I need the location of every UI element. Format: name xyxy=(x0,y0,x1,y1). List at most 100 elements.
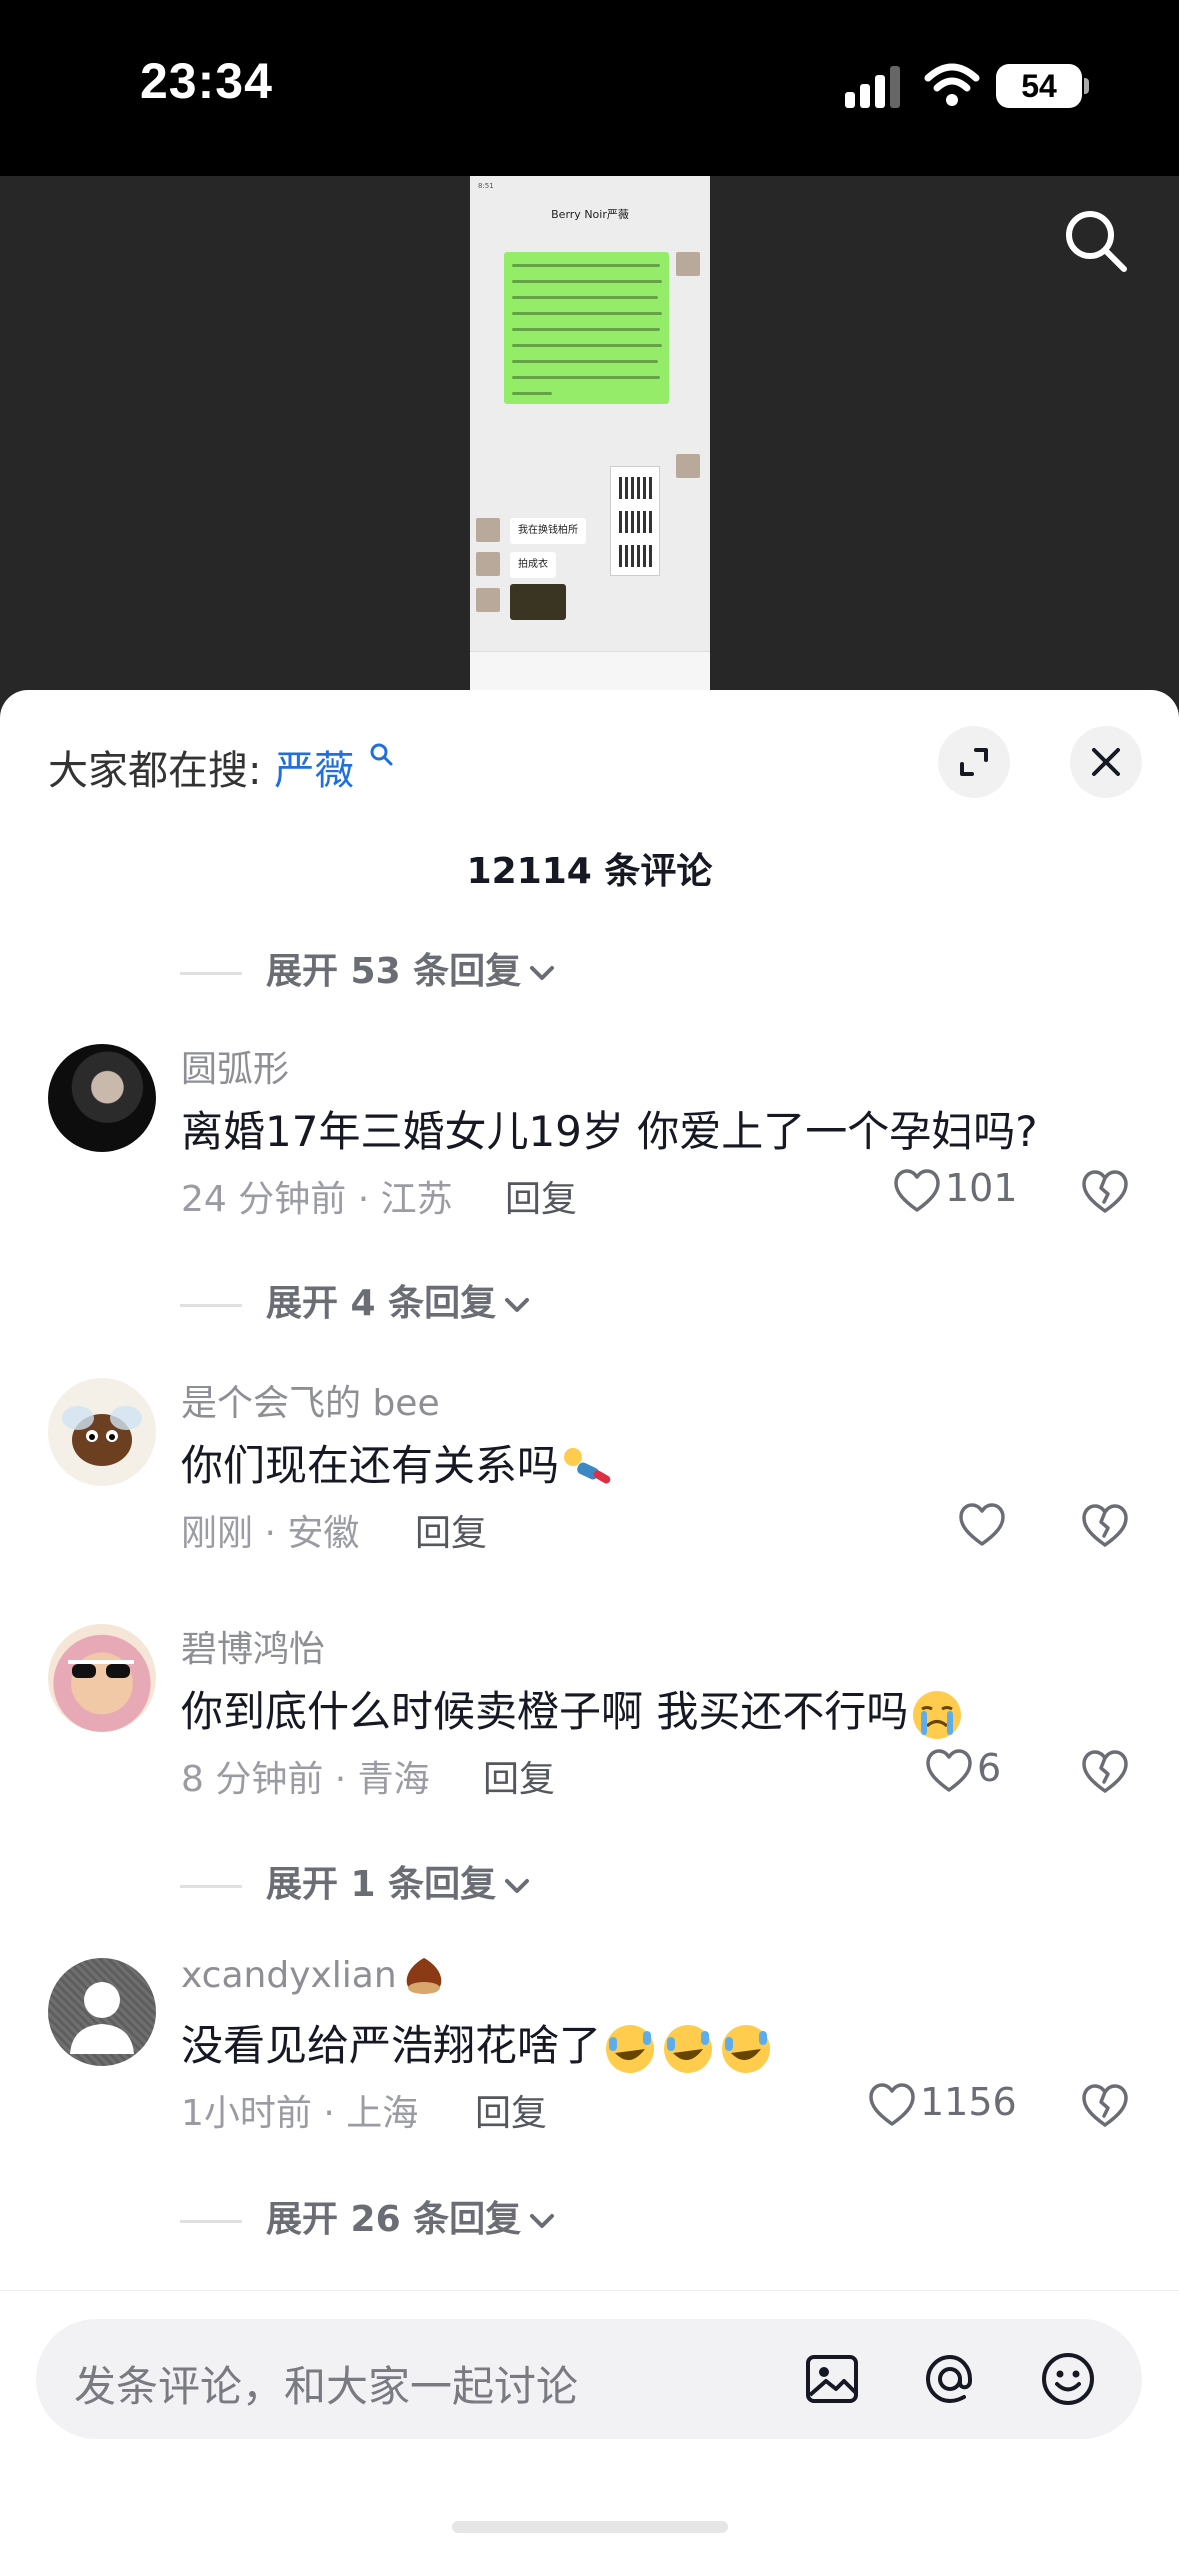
reply-button[interactable]: 回复 xyxy=(415,1504,487,1556)
heart-icon xyxy=(926,1748,972,1792)
reply-button[interactable]: 回复 xyxy=(475,2084,547,2136)
reply-button[interactable]: 回复 xyxy=(483,1750,555,1802)
like-button[interactable]: 6 xyxy=(925,1746,1001,1800)
comment-text-body: 没看见给严浩翔花啥了 xyxy=(181,2021,602,2070)
chat-green-bubble xyxy=(504,252,669,404)
image-icon[interactable] xyxy=(802,2349,862,2409)
chevron-down-icon xyxy=(505,1298,530,1312)
comment-meta: 8 分钟前 · 青海 xyxy=(181,1759,430,1800)
expand-replies-label: 展开 53 条回复 xyxy=(266,951,522,992)
comment-input[interactable]: 发条评论，和大家一起讨论 xyxy=(36,2319,1142,2439)
chevron-down-icon xyxy=(505,1879,530,1893)
comment-text-body: 你到底什么时候卖橙子啊 我买还不行吗 xyxy=(181,1687,909,1736)
comment-meta: 刚刚 · 安徽 xyxy=(181,1513,360,1554)
cellular-signal-icon xyxy=(845,66,900,108)
sunglasses-avatar-icon xyxy=(68,1660,134,1678)
comment-text: 你们现在还有关系吗 xyxy=(181,1432,617,1495)
comment-text-body: 你们现在还有关系吗 xyxy=(181,1441,560,1490)
close-button[interactable] xyxy=(1070,726,1142,798)
comment-text: 没看见给严浩翔花啥了 xyxy=(181,2012,775,2075)
chat-input-bar xyxy=(470,651,710,691)
wifi-icon xyxy=(924,63,980,106)
chat-avatar xyxy=(476,552,500,576)
battery-tip xyxy=(1084,78,1089,94)
chat-title: Berry Noir严薇 xyxy=(551,208,629,221)
avatar[interactable] xyxy=(48,1378,156,1486)
comment-username[interactable]: 是个会飞的 bee xyxy=(181,1374,440,1426)
status-bar: 23:34 54 xyxy=(0,0,1179,176)
default-avatar-icon xyxy=(70,1982,134,2054)
heart-icon xyxy=(894,1168,940,1212)
like-count: 101 xyxy=(945,1166,1018,1210)
divider xyxy=(180,1884,242,1888)
comment-sheet: 大家都在搜: 严薇 12114 条评论 展开 53 条回复 圆弧形 离婚17年三… xyxy=(0,690,1179,2556)
trending-search[interactable]: 大家都在搜: 严薇 xyxy=(48,738,395,796)
expand-replies[interactable]: 展开 26 条回复 xyxy=(180,2190,559,2240)
video-chat-screenshot: 8:51 Berry Noir严薇 我在换钱柏所 拍成衣 xyxy=(470,176,710,691)
chat-avatar xyxy=(476,588,500,612)
broken-heart-icon[interactable] xyxy=(1080,1166,1130,1216)
like-button[interactable] xyxy=(958,1500,1010,1554)
like-button[interactable]: 1156 xyxy=(868,2080,1017,2134)
comment-input-bar: 发条评论，和大家一起讨论 xyxy=(0,2290,1179,2556)
broken-heart-icon[interactable] xyxy=(1080,1746,1130,1796)
heart-icon xyxy=(869,2082,915,2126)
username-text: xcandyxlian xyxy=(181,1955,397,1996)
heart-icon xyxy=(959,1502,1005,1546)
falling-person-emoji-icon xyxy=(564,1447,611,1483)
rofl-emoji-icon xyxy=(722,2024,771,2073)
trending-label: 大家都在搜: xyxy=(48,748,262,794)
like-button[interactable]: 101 xyxy=(893,1166,1018,1220)
expand-icon xyxy=(960,748,988,776)
comment-count: 12114 条评论 xyxy=(466,851,713,892)
expand-replies-label: 展开 4 条回复 xyxy=(266,1283,497,1324)
comment-username[interactable]: 圆弧形 xyxy=(181,1040,289,1092)
chevron-down-icon xyxy=(530,2214,555,2228)
trending-keyword[interactable]: 严薇 xyxy=(274,748,354,794)
comment-text: 你到底什么时候卖橙子啊 我买还不行吗 xyxy=(181,1678,966,1741)
search-icon[interactable] xyxy=(1060,205,1132,277)
like-count: 6 xyxy=(977,1746,1002,1790)
broken-heart-icon[interactable] xyxy=(1080,1500,1130,1550)
at-icon[interactable] xyxy=(920,2349,980,2409)
expand-replies[interactable]: 展开 53 条回复 xyxy=(180,942,559,992)
expand-button[interactable] xyxy=(938,726,1010,798)
comment-input-placeholder: 发条评论，和大家一起讨论 xyxy=(74,2362,579,2411)
bee-avatar-icon xyxy=(62,1406,142,1466)
chat-image-qr xyxy=(610,466,660,576)
divider xyxy=(180,971,242,975)
avatar[interactable] xyxy=(48,1044,156,1152)
comment-username[interactable]: 碧博鸿怡 xyxy=(181,1620,325,1672)
chestnut-badge-icon xyxy=(406,1958,441,1994)
chevron-down-icon xyxy=(530,966,555,980)
chat-avatar xyxy=(676,454,700,478)
avatar[interactable] xyxy=(48,1624,156,1732)
chat-bubble: 我在换钱柏所 xyxy=(510,518,586,544)
home-indicator xyxy=(452,2521,728,2533)
rofl-emoji-icon xyxy=(664,2024,713,2073)
expand-replies-label: 展开 26 条回复 xyxy=(266,2199,522,2240)
expand-replies[interactable]: 展开 4 条回复 xyxy=(180,1274,534,1324)
chat-avatar xyxy=(676,252,700,276)
smile-icon[interactable] xyxy=(1038,2349,1098,2409)
chat-bubble: 拍成衣 xyxy=(510,552,556,578)
battery-indicator: 54 xyxy=(996,64,1082,108)
close-icon xyxy=(1092,748,1120,776)
divider xyxy=(180,2219,242,2223)
status-time: 23:34 xyxy=(140,53,273,109)
expand-replies-label: 展开 1 条回复 xyxy=(266,1864,497,1905)
reply-button[interactable]: 回复 xyxy=(505,1170,577,1222)
avatar[interactable] xyxy=(48,1958,156,2066)
comment-meta: 1小时前 · 上海 xyxy=(181,2093,419,2134)
like-count: 1156 xyxy=(920,2080,1017,2124)
comment-text: 离婚17年三婚女儿19岁 你爱上了一个孕妇吗? xyxy=(181,1107,1038,1156)
expand-replies[interactable]: 展开 1 条回复 xyxy=(180,1855,534,1905)
broken-heart-icon[interactable] xyxy=(1080,2080,1130,2130)
comment-username[interactable]: xcandyxlian xyxy=(181,1954,447,2000)
comment-meta: 24 分钟前 · 江苏 xyxy=(181,1179,453,1220)
rofl-emoji-icon xyxy=(606,2024,655,2073)
divider xyxy=(180,1303,242,1307)
chat-image xyxy=(510,584,566,620)
crying-face-emoji-icon xyxy=(913,1690,962,1739)
search-icon xyxy=(370,743,393,766)
